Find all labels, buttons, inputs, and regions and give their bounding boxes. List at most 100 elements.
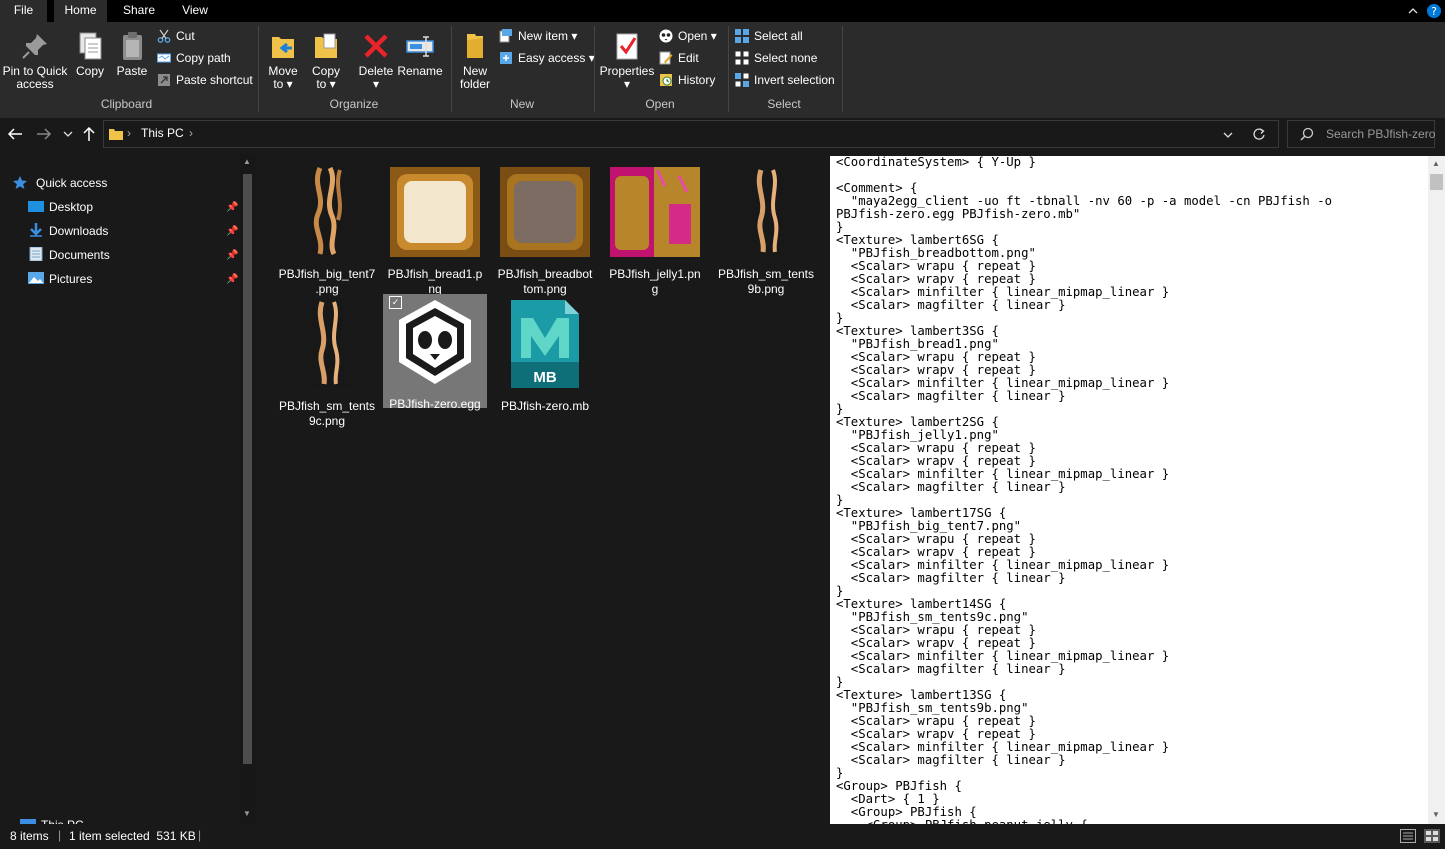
- invert-selection-button[interactable]: Invert selection: [735, 70, 835, 90]
- delete-button[interactable]: Delete ▾: [356, 30, 396, 91]
- file-name: PBJfish-zero.egg: [389, 397, 481, 411]
- copy-to-button[interactable]: Copy to ▾: [307, 30, 345, 91]
- tab-home[interactable]: Home: [54, 0, 107, 22]
- file-item[interactable]: PBJfish_breadbot tom.png: [493, 166, 597, 297]
- properties-dropdown: ▾: [623, 77, 631, 91]
- file-name-cont: g: [651, 282, 659, 296]
- copy-path-label: Copy path: [176, 51, 231, 65]
- easy-access-button[interactable]: Easy access ▾: [499, 48, 595, 68]
- selection-checkbox[interactable]: ✓: [389, 296, 402, 309]
- edit-button[interactable]: Edit: [659, 48, 699, 68]
- nav-item-documents[interactable]: Documents: [28, 244, 110, 266]
- scissors-icon: [157, 29, 171, 43]
- item-count: 8 items: [10, 829, 49, 843]
- select-none-icon: [735, 51, 749, 65]
- scroll-down-arrow-icon[interactable]: ▼: [1432, 810, 1440, 819]
- history-label: History: [678, 73, 716, 87]
- ribbon-tab-bar: File Home Share View ?: [0, 0, 1445, 22]
- minimize-ribbon-button[interactable]: [1404, 2, 1422, 20]
- ribbon: Pin to Quick access Copy Paste Cut Copy …: [0, 22, 1445, 119]
- pin-icon: [22, 34, 47, 59]
- new-item-icon: [499, 29, 512, 43]
- star-icon: [13, 176, 27, 189]
- file-item[interactable]: PBJfish_jelly1.pn g: [603, 166, 707, 297]
- scroll-up-arrow-icon[interactable]: ▲: [243, 158, 252, 166]
- refresh-icon[interactable]: [1252, 127, 1266, 141]
- mb-badge: MB: [533, 369, 557, 386]
- nav-item-desktop[interactable]: Desktop: [28, 196, 93, 218]
- copy-to-icon: [315, 33, 337, 58]
- select-all-icon: [735, 29, 749, 43]
- address-bar[interactable]: › This PC ›: [103, 120, 1279, 148]
- new-item-label: New item: [518, 29, 569, 43]
- back-arrow-icon[interactable]: [6, 126, 24, 142]
- forward-arrow-icon[interactable]: [35, 126, 53, 142]
- cut-label: Cut: [176, 29, 195, 43]
- history-icon: [660, 74, 672, 86]
- select-all-button[interactable]: Select all: [735, 26, 803, 46]
- details-view-icon[interactable]: [1400, 829, 1416, 843]
- pinned-icon: 📌: [226, 250, 239, 261]
- nav-quick-access[interactable]: Quick access: [12, 172, 107, 194]
- panda-egg-thumbnail: [399, 300, 471, 384]
- properties-button[interactable]: Properties ▾: [598, 30, 656, 91]
- up-arrow-icon[interactable]: [81, 126, 97, 142]
- paste-label: Paste: [116, 64, 148, 78]
- tab-share[interactable]: Share: [113, 0, 165, 22]
- breadcrumb-this-pc[interactable]: This PC: [141, 126, 184, 140]
- selection-info: 1 item selected 531 KB: [69, 829, 196, 843]
- status-separator: |: [198, 828, 202, 842]
- pinned-icon: 📌: [226, 202, 239, 213]
- cut-button[interactable]: Cut: [157, 26, 195, 46]
- pin-to-quick-access-button[interactable]: Pin to Quick access: [2, 30, 68, 91]
- copy-path-button[interactable]: Copy path: [157, 48, 231, 68]
- new-folder-button[interactable]: New folder: [455, 30, 495, 91]
- preview-scrollbar-thumb[interactable]: [1430, 174, 1443, 190]
- easy-access-label: Easy access: [518, 51, 586, 65]
- file-name: PBJfish_big_tent7: [278, 267, 376, 281]
- file-item[interactable]: PBJfish_bread1.p ng: [383, 166, 487, 297]
- copy-button[interactable]: Copy: [72, 30, 108, 78]
- nav-scrollbar-thumb[interactable]: [243, 174, 252, 764]
- open-button[interactable]: Open ▾: [659, 26, 717, 46]
- move-to-icon: [272, 37, 294, 58]
- download-arrow-icon: [30, 223, 42, 237]
- new-item-button[interactable]: New item ▾: [499, 26, 577, 46]
- jelly-thumbnail: [610, 167, 700, 257]
- file-item[interactable]: PBJfish_sm_tents 9c.png: [275, 298, 379, 429]
- file-name-cont: 9c.png: [308, 414, 346, 428]
- tab-file[interactable]: File: [0, 0, 47, 22]
- address-dropdown-chevron-icon[interactable]: [1222, 129, 1234, 141]
- edit-pencil-icon: [659, 51, 673, 65]
- search-icon: [1300, 127, 1314, 141]
- tentacle-thumbnail: [745, 166, 791, 256]
- paste-shortcut-label: Paste shortcut: [176, 73, 253, 87]
- nav-scrollbar[interactable]: ▲ ▼: [240, 154, 255, 824]
- file-item[interactable]: PBJfish_sm_tents 9b.png: [714, 166, 818, 297]
- recent-locations-chevron-icon[interactable]: [62, 128, 74, 140]
- nav-item-pictures[interactable]: Pictures: [28, 268, 92, 290]
- file-name: PBJfish_sm_tents: [717, 267, 815, 281]
- help-button[interactable]: ?: [1425, 2, 1443, 20]
- file-item[interactable]: MB PBJfish-zero.mb: [493, 298, 597, 414]
- file-item[interactable]: PBJfish_big_tent7 .png: [275, 166, 379, 297]
- file-list: PBJfish_big_tent7 .png PBJfish_bread1.p …: [258, 154, 828, 824]
- tab-view[interactable]: View: [171, 0, 219, 22]
- tentacle-thumbnail: [306, 298, 352, 388]
- new-folder-label-line2: folder: [459, 77, 491, 91]
- history-button[interactable]: History: [659, 70, 715, 90]
- paste-button[interactable]: Paste: [114, 30, 150, 78]
- nav-item-downloads[interactable]: Downloads: [28, 220, 108, 242]
- move-to-button[interactable]: Move to ▾: [264, 30, 302, 91]
- preview-scrollbar[interactable]: ▲ ▼: [1428, 156, 1445, 824]
- paste-shortcut-button[interactable]: Paste shortcut: [157, 70, 253, 90]
- rename-button[interactable]: Rename: [397, 30, 443, 78]
- search-box[interactable]: Search PBJfish-zero: [1287, 120, 1435, 148]
- large-icons-view-icon[interactable]: [1424, 829, 1440, 843]
- select-none-button[interactable]: Select none: [735, 48, 817, 68]
- nav-item-label: Pictures: [49, 272, 93, 286]
- scroll-down-arrow-icon[interactable]: ▼: [243, 810, 252, 818]
- pictures-icon: [28, 272, 44, 284]
- file-item-selected[interactable]: ✓ PBJfish-zero.egg: [383, 294, 487, 411]
- scroll-up-arrow-icon[interactable]: ▲: [1432, 159, 1440, 168]
